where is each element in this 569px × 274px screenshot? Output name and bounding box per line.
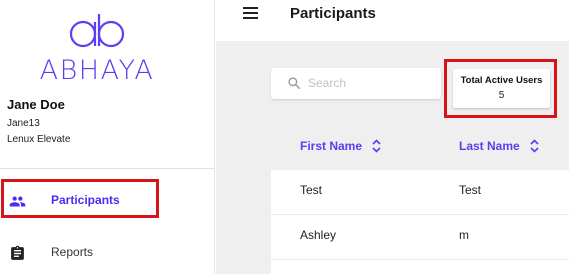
column-header-label: Last Name xyxy=(459,139,520,153)
search-icon xyxy=(288,77,301,90)
user-name: Jane Doe xyxy=(7,97,65,112)
column-header-first-name[interactable]: First Name xyxy=(300,139,381,153)
logo-mark-icon xyxy=(69,14,125,48)
column-header-label: First Name xyxy=(300,139,363,153)
hamburger-menu-icon[interactable] xyxy=(243,6,259,20)
participants-table: Test Test Ashley m xyxy=(271,170,569,274)
total-active-users-label: Total Active Users xyxy=(460,75,543,86)
logo-text: ABHAYA xyxy=(39,55,155,86)
column-header-last-name[interactable]: Last Name xyxy=(459,139,539,153)
sort-icon xyxy=(372,139,381,153)
sidebar-item-reports[interactable]: Reports xyxy=(0,234,215,272)
highlight-box-participants xyxy=(1,179,159,218)
user-username: Jane13 xyxy=(7,118,40,129)
table-row[interactable] xyxy=(271,260,569,274)
table-row[interactable]: Ashley m xyxy=(271,215,569,259)
total-active-users-card: Total Active Users 5 xyxy=(453,69,550,108)
clipboard-icon xyxy=(11,245,24,260)
table-cell-first-name: Ashley xyxy=(300,228,337,242)
search-box[interactable] xyxy=(271,68,441,99)
sort-icon xyxy=(530,139,539,153)
sidebar: ABHAYA Jane Doe Jane13 Lenux Elevate Par… xyxy=(0,0,215,274)
table-cell-last-name: m xyxy=(459,228,469,242)
table-cell-first-name: Test xyxy=(300,183,323,197)
page-title: Participants xyxy=(290,5,376,22)
search-input[interactable] xyxy=(308,74,433,92)
user-organization: Lenux Elevate xyxy=(7,134,71,145)
total-active-users-count: 5 xyxy=(498,90,505,101)
table-cell-last-name: Test xyxy=(459,183,482,197)
table-row[interactable]: Test Test xyxy=(271,170,569,214)
sidebar-item-label: Reports xyxy=(51,245,94,259)
sidebar-divider xyxy=(0,168,215,169)
